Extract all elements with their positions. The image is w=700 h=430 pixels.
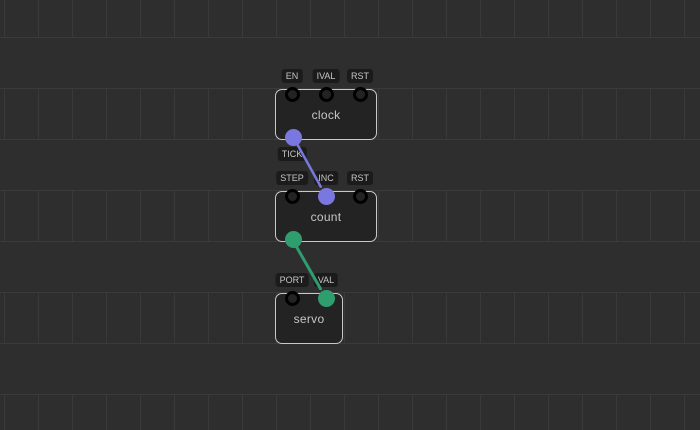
link-clock-tick-to-count-inc[interactable] [297,144,320,186]
links-layer [0,0,700,430]
link-count-out-to-servo-val[interactable] [297,247,321,289]
patch-editor-canvas[interactable]: clock EN IVAL RST TICK count STEP INC RS… [0,0,700,430]
